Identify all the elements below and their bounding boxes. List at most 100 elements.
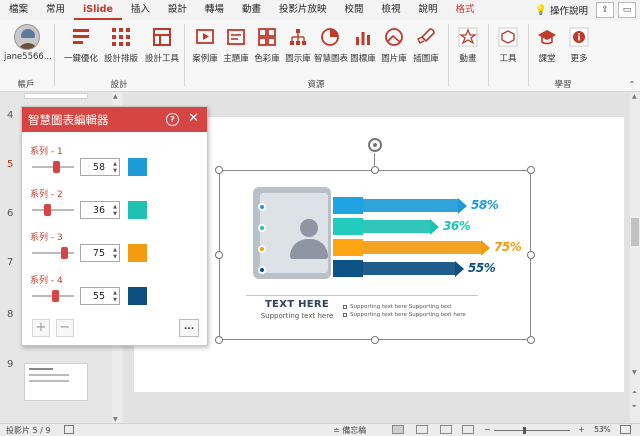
reading-view-icon[interactable]	[440, 425, 452, 434]
series-value-input[interactable]: 58 ▲ ▼	[80, 158, 120, 176]
illustration-library-button[interactable]: 插圖庫	[410, 24, 442, 64]
series-color-swatch[interactable]	[128, 244, 147, 262]
slide-sorter-icon[interactable]	[416, 425, 428, 434]
tab-design[interactable]: 設計	[159, 0, 196, 20]
account-button[interactable]: jane5566...	[4, 24, 52, 62]
notes-button[interactable]: ≐ 備忘稿	[333, 425, 366, 436]
case-library-button[interactable]: 案例庫	[190, 24, 220, 64]
animation-button[interactable]: 動畫	[452, 24, 484, 64]
series-value-input[interactable]: 75 ▲ ▼	[80, 244, 120, 262]
theme-library-button[interactable]: 主題庫	[221, 24, 251, 64]
icon-library-button[interactable]: 圖示庫	[283, 24, 313, 64]
tab-slideshow[interactable]: 投影片放映	[270, 0, 336, 20]
scroll-down-icon[interactable]: ▼	[632, 369, 637, 376]
series-slider-knob[interactable]	[44, 204, 51, 216]
tell-me-search[interactable]: 操作說明	[550, 3, 588, 17]
resize-handle[interactable]	[215, 336, 223, 344]
more-button[interactable]: 更多	[564, 24, 594, 64]
zoom-slider[interactable]	[494, 430, 570, 431]
org-chart-icon	[285, 24, 311, 50]
resize-handle[interactable]	[371, 166, 379, 174]
resize-handle[interactable]	[527, 336, 535, 344]
zoom-out-icon[interactable]: −	[484, 425, 491, 434]
series-value-input[interactable]: 55 ▲ ▼	[80, 287, 120, 305]
slide-thumbnail[interactable]	[24, 363, 88, 401]
spin-up-icon[interactable]: ▲	[113, 161, 117, 167]
more-options-button[interactable]: ...	[179, 319, 199, 337]
lightbulb-icon: 💡	[534, 4, 547, 16]
tab-file[interactable]: 檔案	[0, 0, 37, 20]
zoom-level[interactable]: 53%	[594, 425, 611, 434]
slideshow-view-icon[interactable]	[462, 425, 474, 434]
normal-view-icon[interactable]	[392, 425, 404, 434]
pie-chart-icon	[317, 24, 343, 50]
spin-up-icon[interactable]: ▲	[113, 204, 117, 210]
share-button[interactable]: ⇪	[596, 2, 614, 18]
resize-handle[interactable]	[527, 251, 535, 259]
canvas-scrollbar[interactable]: ▲ ▼ ⏶ ⏷	[630, 93, 640, 423]
spin-down-icon[interactable]: ▼	[113, 168, 117, 174]
series-slider-knob[interactable]	[52, 290, 59, 302]
next-slide-icon[interactable]: ⏷	[632, 403, 637, 411]
spin-down-icon[interactable]: ▼	[113, 297, 117, 303]
series-value-input[interactable]: 36 ▲ ▼	[80, 201, 120, 219]
series-slider[interactable]	[32, 209, 74, 211]
scrollbar-thumb[interactable]	[631, 218, 639, 246]
smart-chart-button[interactable]: 智慧圖表	[314, 24, 348, 64]
classroom-button[interactable]: 課堂	[532, 24, 562, 64]
zoom-slider-knob[interactable]	[523, 427, 526, 434]
spin-up-icon[interactable]: ▲	[113, 290, 117, 296]
series-color-swatch[interactable]	[128, 287, 147, 305]
dialog-title-bar[interactable]: 智慧圖表編輯器	[22, 107, 207, 132]
zoom-in-icon[interactable]: +	[578, 425, 585, 434]
tab-format[interactable]: 格式	[447, 0, 484, 20]
comment-icon: ▭	[622, 5, 632, 15]
rotate-handle-icon[interactable]	[368, 138, 382, 152]
fit-to-window-icon[interactable]	[620, 425, 631, 434]
slide-thumbnail[interactable]	[24, 93, 88, 99]
resize-handle[interactable]	[527, 166, 535, 174]
tab-insert[interactable]: 插入	[122, 0, 159, 20]
series-slider-knob[interactable]	[53, 161, 60, 173]
resize-handle[interactable]	[215, 251, 223, 259]
slide-number: 4	[7, 110, 14, 121]
color-library-button[interactable]: 色彩庫	[252, 24, 282, 64]
resize-handle[interactable]	[215, 166, 223, 174]
collapse-ribbon-icon[interactable]: ⌃	[627, 80, 637, 89]
tab-animations[interactable]: 動畫	[233, 0, 270, 20]
prev-slide-icon[interactable]: ⏶	[632, 389, 637, 397]
series-color-swatch[interactable]	[128, 201, 147, 219]
series-slider-knob[interactable]	[61, 247, 68, 259]
star-icon	[455, 24, 481, 50]
palette-icon	[254, 24, 280, 50]
tools-button[interactable]: 工具	[492, 24, 524, 64]
design-tools-button[interactable]: 設計工具	[142, 24, 182, 64]
theme-icon	[223, 24, 249, 50]
tab-islide[interactable]: iSlide	[74, 0, 122, 20]
tab-home[interactable]: 常用	[37, 0, 74, 20]
scroll-down-icon[interactable]: ▼	[113, 416, 118, 423]
spin-down-icon[interactable]: ▼	[113, 254, 117, 260]
close-icon[interactable]: ✕	[188, 111, 199, 126]
accessibility-icon[interactable]	[64, 425, 74, 434]
add-series-button[interactable]: +	[32, 319, 50, 337]
scroll-up-icon[interactable]: ▲	[632, 93, 637, 100]
image-library-button[interactable]: 圖片庫	[379, 24, 409, 64]
smart-chart-editor-dialog: 智慧圖表編輯器 ? ✕ 系列 - 1 58 ▲ ▼ 系列 - 2 36 ▲ ▼ 系列 - 3 75…	[21, 106, 208, 346]
spin-up-icon[interactable]: ▲	[113, 247, 117, 253]
spin-down-icon[interactable]: ▼	[113, 211, 117, 217]
tab-view[interactable]: 檢視	[372, 0, 409, 20]
tab-help[interactable]: 說明	[410, 0, 447, 20]
selection-frame[interactable]	[219, 170, 531, 340]
scroll-up-icon[interactable]: ▲	[113, 93, 118, 100]
remove-series-button[interactable]: −	[56, 319, 74, 337]
chart-library-button[interactable]: 圖標庫	[348, 24, 378, 64]
resize-handle[interactable]	[371, 336, 379, 344]
comments-button[interactable]: ▭	[618, 2, 636, 18]
series-color-swatch[interactable]	[128, 158, 147, 176]
tab-review[interactable]: 校閱	[335, 0, 372, 20]
one-click-optimize-button[interactable]: 一鍵優化	[62, 24, 100, 64]
tab-transitions[interactable]: 轉場	[196, 0, 233, 20]
design-layout-button[interactable]: 設計排版	[102, 24, 140, 64]
help-icon[interactable]: ?	[166, 113, 179, 126]
